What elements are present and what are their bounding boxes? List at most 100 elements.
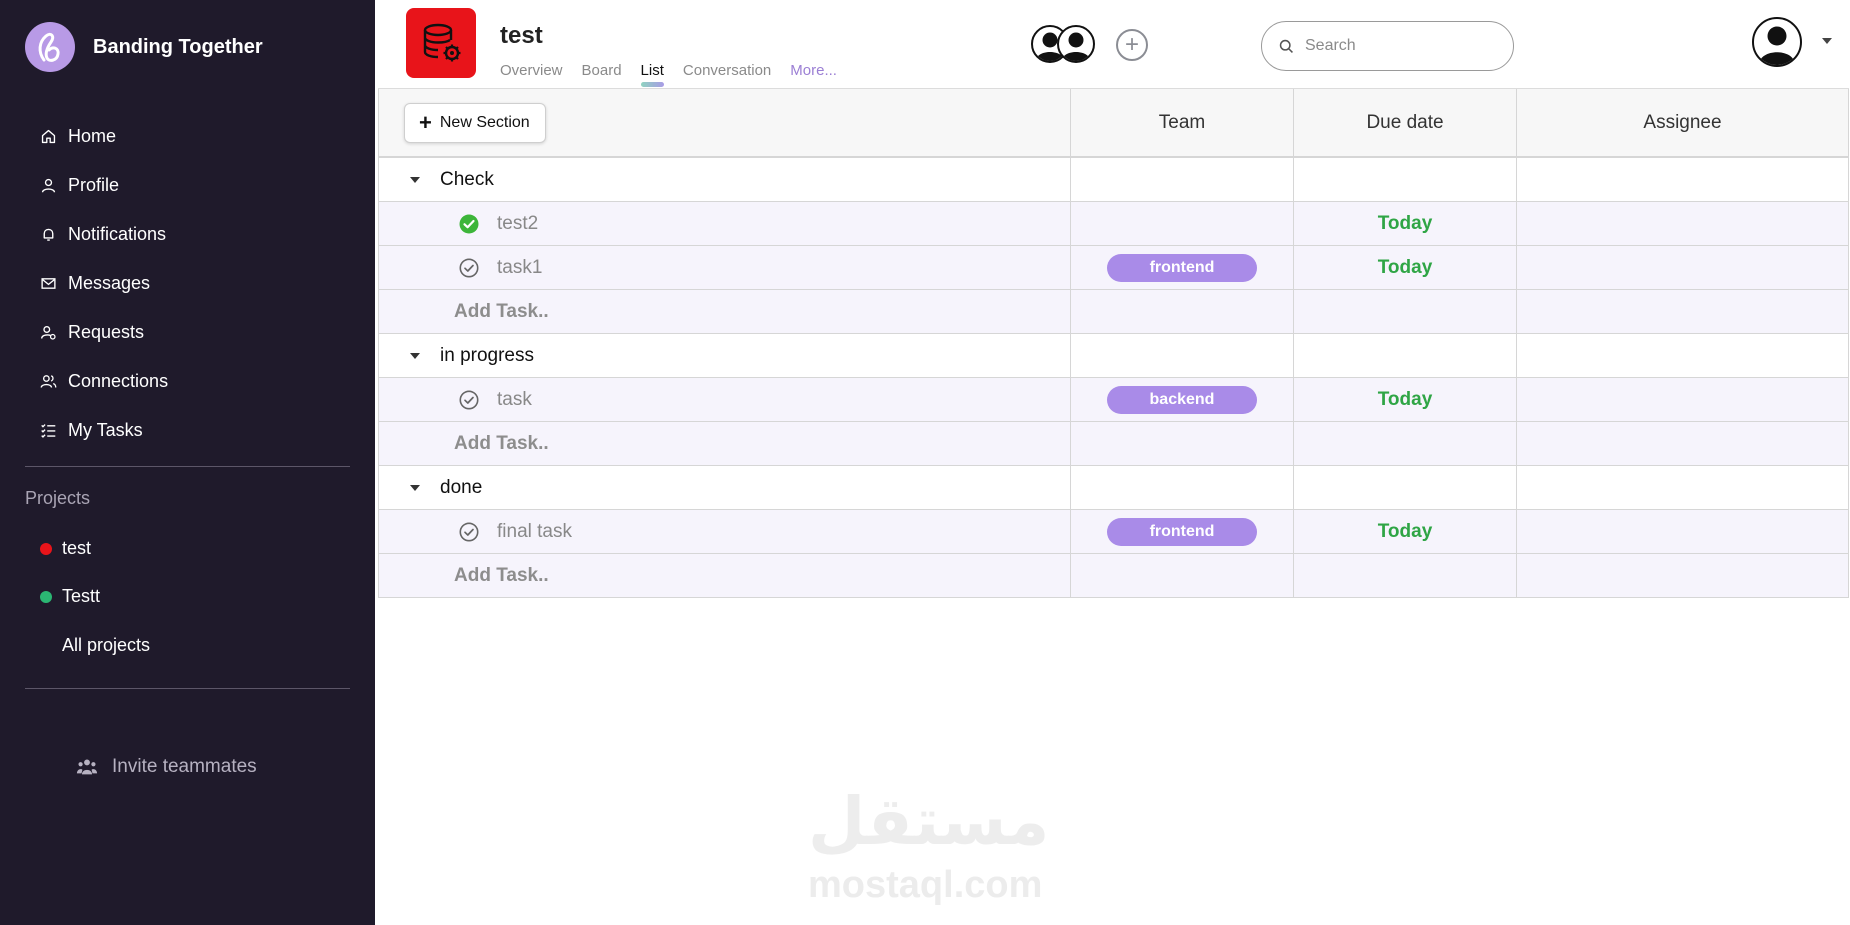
table-cell: [1516, 290, 1849, 333]
task-name[interactable]: task: [497, 389, 532, 411]
sidebar-item-messages[interactable]: Messages: [40, 259, 168, 308]
due-date-cell[interactable]: Today: [1293, 202, 1516, 245]
task-list-table: + New Section Team Due date Assignee Che…: [378, 88, 1849, 598]
tab-more[interactable]: More...: [790, 62, 837, 79]
project-header: test Overview Board List Conversation Mo…: [375, 0, 1850, 88]
table-cell: [1293, 334, 1516, 377]
all-projects-link[interactable]: All projects: [62, 635, 150, 656]
add-task-row: Add Task..: [378, 422, 1849, 466]
column-header-assignee[interactable]: Assignee: [1516, 89, 1849, 156]
sidebar-item-label: Requests: [68, 322, 145, 342]
add-task-row: Add Task..: [378, 290, 1849, 334]
table-cell: [1293, 466, 1516, 509]
column-header-team[interactable]: Team: [1070, 89, 1293, 156]
project-members[interactable]: [1031, 25, 1095, 63]
team-cell[interactable]: backend: [1070, 378, 1293, 421]
check-circle-icon[interactable]: [459, 390, 479, 410]
table-cell: [1516, 554, 1849, 597]
task-row[interactable]: final task frontend Today: [378, 510, 1849, 554]
search-input[interactable]: [1305, 37, 1485, 55]
column-header-due-date[interactable]: Due date: [1293, 89, 1516, 156]
watermark-text: mostaql.com: [808, 864, 1043, 906]
section-row[interactable]: Check: [378, 158, 1849, 202]
member-avatar[interactable]: [1057, 25, 1095, 63]
users-icon: [40, 375, 57, 388]
assignee-cell[interactable]: [1516, 378, 1849, 421]
brand[interactable]: Banding Together: [25, 22, 263, 72]
due-date: Today: [1377, 212, 1433, 234]
task-row[interactable]: test2 Today: [378, 202, 1849, 246]
due-date-cell[interactable]: Today: [1293, 246, 1516, 289]
search-box[interactable]: [1261, 21, 1514, 71]
check-circle-icon[interactable]: [459, 522, 479, 542]
tab-conversation[interactable]: Conversation: [683, 62, 771, 79]
task-name-cell: task1: [378, 246, 1070, 289]
assignee-cell[interactable]: [1516, 246, 1849, 289]
chevron-down-icon[interactable]: [1822, 38, 1832, 44]
add-task-cell: Add Task..: [378, 554, 1070, 597]
brand-name: Banding Together: [93, 35, 263, 58]
task-name[interactable]: task1: [497, 257, 542, 279]
brand-logo-icon: [25, 22, 75, 72]
team-cell[interactable]: [1070, 202, 1293, 245]
check-circle-filled-icon[interactable]: [459, 214, 479, 234]
new-section-button[interactable]: + New Section: [404, 102, 546, 143]
assignee-cell[interactable]: [1516, 202, 1849, 245]
task-name[interactable]: test2: [497, 213, 538, 235]
section-row[interactable]: done: [378, 466, 1849, 510]
tab-list[interactable]: List: [640, 62, 665, 87]
due-date-cell[interactable]: Today: [1293, 510, 1516, 553]
team-cell[interactable]: frontend: [1070, 510, 1293, 553]
section-name: in progress: [440, 344, 534, 366]
home-icon: [41, 129, 56, 144]
table-cell: [1070, 158, 1293, 201]
table-cell: [1293, 422, 1516, 465]
add-task-button[interactable]: Add Task..: [454, 301, 549, 323]
due-date: Today: [1377, 388, 1433, 410]
watermark-logo: مستقل: [808, 784, 1050, 858]
sidebar-item-profile[interactable]: Profile: [40, 161, 168, 210]
sidebar-item-notifications[interactable]: Notifications: [40, 210, 168, 259]
sidebar-item-requests[interactable]: Requests: [40, 308, 168, 357]
section-cell: Check: [378, 158, 1070, 201]
table-cell: [1070, 290, 1293, 333]
task-row[interactable]: task1 frontend Today: [378, 246, 1849, 290]
task-row[interactable]: task backend Today: [378, 378, 1849, 422]
task-name-cell: final task: [378, 510, 1070, 553]
add-task-cell: Add Task..: [378, 290, 1070, 333]
sidebar-project-testt[interactable]: Testt: [40, 586, 100, 607]
task-name[interactable]: final task: [497, 521, 572, 543]
assignee-cell[interactable]: [1516, 510, 1849, 553]
table-cell: [1070, 554, 1293, 597]
add-task-button[interactable]: Add Task..: [454, 565, 549, 587]
due-date-cell[interactable]: Today: [1293, 378, 1516, 421]
tab-overview[interactable]: Overview: [500, 62, 563, 79]
team-cell[interactable]: frontend: [1070, 246, 1293, 289]
project-label: test: [62, 538, 92, 558]
collapse-caret-icon[interactable]: [410, 484, 420, 491]
sidebar-item-connections[interactable]: Connections: [40, 357, 168, 406]
sidebar-item-label: Profile: [68, 175, 120, 195]
tab-board[interactable]: Board: [582, 62, 622, 79]
sidebar-item-label: My Tasks: [68, 420, 143, 440]
team-badge: frontend: [1107, 253, 1257, 282]
mail-icon: [41, 278, 56, 289]
collapse-caret-icon[interactable]: [410, 176, 420, 183]
section-name: done: [440, 476, 483, 498]
sidebar-item-home[interactable]: Home: [40, 112, 168, 161]
sidebar-item-my-tasks[interactable]: My Tasks: [40, 406, 168, 455]
check-circle-icon[interactable]: [459, 258, 479, 278]
project-database-icon[interactable]: [406, 8, 476, 78]
add-task-button[interactable]: Add Task..: [454, 433, 549, 455]
invite-teammates-button[interactable]: Invite teammates: [76, 756, 257, 778]
plus-icon: +: [419, 109, 432, 135]
project-title: test: [500, 22, 543, 49]
table-cell: [1516, 158, 1849, 201]
section-row[interactable]: in progress: [378, 334, 1849, 378]
collapse-caret-icon[interactable]: [410, 352, 420, 359]
sidebar-item-label: Messages: [68, 273, 151, 293]
sidebar-project-test[interactable]: test: [40, 538, 91, 559]
user-avatar[interactable]: [1752, 17, 1802, 67]
add-member-button[interactable]: +: [1116, 29, 1148, 61]
team-icon: [76, 759, 98, 775]
